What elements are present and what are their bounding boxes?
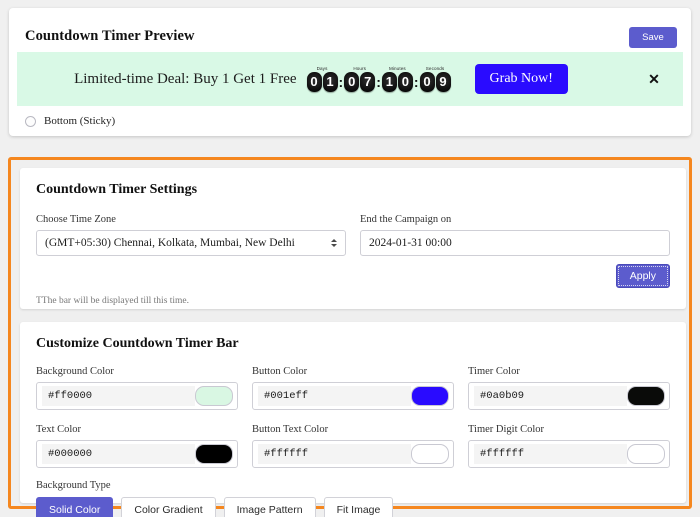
digit: 7	[360, 72, 375, 92]
countdown-digits-seconds: 0 9	[420, 72, 451, 92]
background-type-block: Background Type Solid Color Color Gradie…	[20, 480, 686, 517]
timer-digit-color-control	[468, 440, 670, 468]
bgtype-solid-color-button[interactable]: Solid Color	[36, 497, 113, 517]
close-icon[interactable]: ✕	[625, 71, 683, 88]
text-color-control	[36, 440, 238, 468]
digit: 1	[382, 72, 397, 92]
timezone-select-wrapper	[36, 230, 346, 256]
customize-section-title: Customize Countdown Timer Bar	[20, 322, 686, 352]
bar-content: Limited-time Deal: Buy 1 Get 1 Free Days…	[17, 64, 625, 94]
digit: 1	[323, 72, 338, 92]
radio-bottom-sticky[interactable]	[25, 116, 36, 127]
background-color-label: Background Color	[36, 366, 238, 377]
apply-button[interactable]: Apply	[616, 264, 670, 288]
digit: 0	[420, 72, 435, 92]
background-type-label: Background Type	[36, 480, 670, 491]
countdown-separator: :	[413, 72, 420, 92]
countdown-clock: Days 0 1 : Hours 0 7 : Minutes	[307, 66, 451, 92]
app-root: Countdown Timer Preview Save Limited-tim…	[0, 0, 700, 517]
button-text-color-label: Button Text Color	[252, 424, 454, 435]
timer-digit-color-label: Timer Digit Color	[468, 424, 670, 435]
save-button[interactable]: Save	[629, 27, 677, 48]
background-color-control	[36, 382, 238, 410]
color-field-button: Button Color	[252, 366, 454, 410]
text-color-input[interactable]	[42, 444, 195, 464]
digit: 9	[436, 72, 451, 92]
page-title: Countdown Timer Preview	[25, 28, 195, 45]
color-row-1: Background Color Button Color Timer Colo…	[20, 366, 686, 410]
grab-now-button[interactable]: Grab Now!	[475, 64, 568, 94]
button-color-control	[252, 382, 454, 410]
timer-digit-color-input[interactable]	[474, 444, 627, 464]
color-field-background: Background Color	[36, 366, 238, 410]
apply-row: Apply	[20, 264, 686, 288]
countdown-digits-days: 0 1	[307, 72, 338, 92]
button-color-label: Button Color	[252, 366, 454, 377]
text-color-label: Text Color	[36, 424, 238, 435]
text-color-swatch[interactable]	[195, 444, 233, 464]
button-color-input[interactable]	[258, 386, 411, 406]
countdown-digits-hours: 0 7	[344, 72, 375, 92]
color-field-timer: Timer Color	[468, 366, 670, 410]
settings-hint-text: TThe bar will be displayed till this tim…	[20, 288, 686, 306]
customize-timer-bar-card: Customize Countdown Timer Bar Background…	[20, 322, 686, 503]
end-campaign-label: End the Campaign on	[360, 214, 670, 225]
timezone-label: Choose Time Zone	[36, 214, 346, 225]
countdown-unit-minutes: Minutes 1 0	[382, 66, 413, 92]
color-row-2: Text Color Button Text Color Timer Digit…	[20, 424, 686, 468]
digit: 0	[398, 72, 413, 92]
button-text-color-control	[252, 440, 454, 468]
timer-color-swatch[interactable]	[627, 386, 665, 406]
digit: 0	[344, 72, 359, 92]
color-field-timer-digit: Timer Digit Color	[468, 424, 670, 468]
timer-digit-color-swatch[interactable]	[627, 444, 665, 464]
button-color-swatch[interactable]	[411, 386, 449, 406]
button-text-color-input[interactable]	[258, 444, 411, 464]
countdown-unit-days: Days 0 1	[307, 66, 338, 92]
end-campaign-field-group: End the Campaign on	[360, 214, 670, 256]
settings-fields-row: Choose Time Zone End the Campaign on	[20, 214, 686, 256]
timer-color-label: Timer Color	[468, 366, 670, 377]
bar-message: Limited-time Deal: Buy 1 Get 1 Free	[74, 71, 296, 88]
settings-highlight-container: Countdown Timer Settings Choose Time Zon…	[8, 157, 692, 509]
bgtype-fit-image-button[interactable]: Fit Image	[324, 497, 394, 517]
settings-section-title: Countdown Timer Settings	[20, 168, 686, 198]
timezone-field-group: Choose Time Zone	[36, 214, 346, 256]
countdown-timer-settings-card: Countdown Timer Settings Choose Time Zon…	[20, 168, 686, 309]
end-campaign-input[interactable]	[360, 230, 670, 256]
countdown-separator: :	[375, 72, 382, 92]
countdown-unit-seconds: Seconds 0 9	[420, 66, 451, 92]
position-option-row: Bottom (Sticky)	[9, 107, 691, 135]
bgtype-color-gradient-button[interactable]: Color Gradient	[121, 497, 215, 517]
timezone-select[interactable]	[36, 230, 346, 256]
color-field-text: Text Color	[36, 424, 238, 468]
countdown-preview-bar: Limited-time Deal: Buy 1 Get 1 Free Days…	[17, 52, 683, 106]
color-field-button-text: Button Text Color	[252, 424, 454, 468]
radio-bottom-sticky-label[interactable]: Bottom (Sticky)	[44, 115, 115, 127]
background-color-input[interactable]	[42, 386, 195, 406]
countdown-digits-minutes: 1 0	[382, 72, 413, 92]
digit: 0	[307, 72, 322, 92]
background-color-swatch[interactable]	[195, 386, 233, 406]
countdown-unit-hours: Hours 0 7	[344, 66, 375, 92]
countdown-separator: :	[338, 72, 345, 92]
preview-header: Countdown Timer Preview Save	[9, 8, 691, 52]
timer-color-input[interactable]	[474, 386, 627, 406]
bgtype-image-pattern-button[interactable]: Image Pattern	[224, 497, 316, 517]
background-type-buttons: Solid Color Color Gradient Image Pattern…	[36, 497, 670, 517]
button-text-color-swatch[interactable]	[411, 444, 449, 464]
timer-color-control	[468, 382, 670, 410]
